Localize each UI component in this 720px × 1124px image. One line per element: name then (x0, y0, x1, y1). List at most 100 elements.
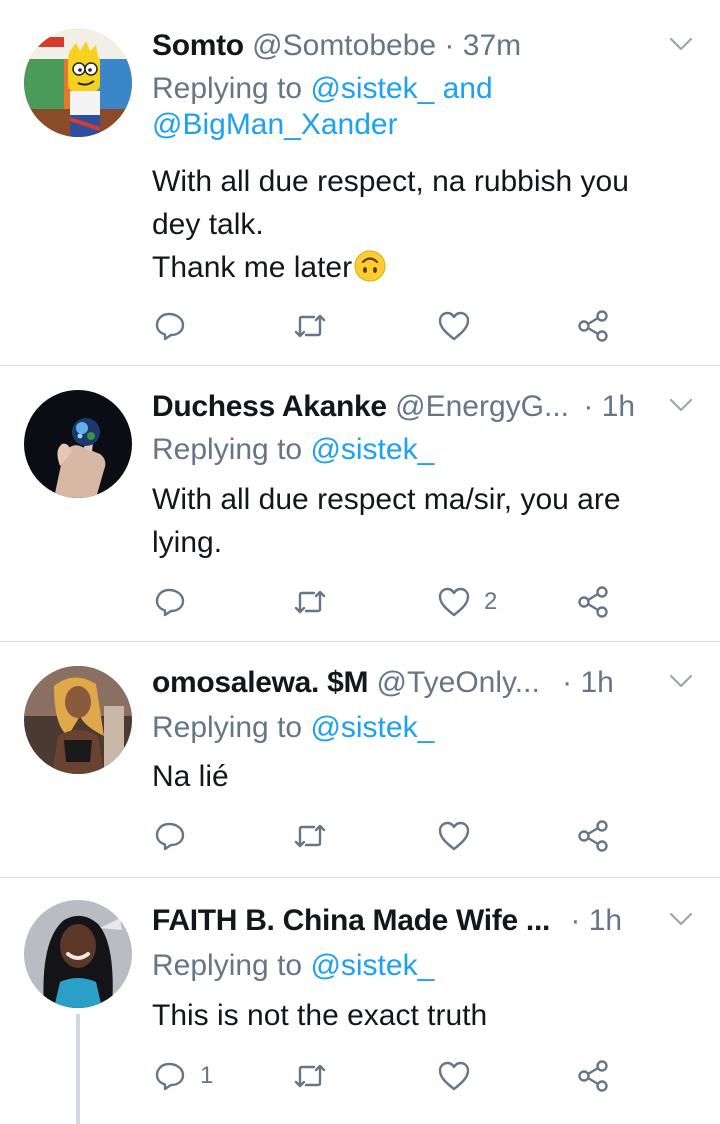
chevron-down-icon[interactable] (668, 392, 694, 418)
like-button[interactable] (436, 1056, 484, 1096)
share-icon (578, 310, 608, 342)
chevron-down-icon[interactable] (668, 906, 694, 932)
share-button[interactable] (576, 582, 612, 622)
avatar-image (24, 900, 132, 1008)
tweet-text-line: Na lié (152, 760, 229, 793)
tweet-header: Somto @Somtobebe · 37m (152, 26, 712, 66)
mention-link[interactable]: @sistek_ (310, 433, 434, 466)
tweet-text-fragment: Thank me later (152, 251, 353, 284)
share-button[interactable] (576, 816, 612, 856)
replying-to-label: Replying to (152, 72, 303, 105)
tweet-text: With all due respect ma/sir, you are lyi… (152, 478, 692, 564)
chevron-down-icon[interactable] (668, 668, 694, 694)
tweet-text-line: With all due respect, na rubbish you (152, 165, 629, 198)
user-handle[interactable]: @EnergyG... (395, 390, 569, 423)
replying-to-label: Replying to (152, 711, 303, 744)
mention-link[interactable]: @sistek_ and (310, 72, 492, 105)
like-icon (438, 821, 470, 851)
retweet-button[interactable] (292, 582, 340, 622)
mention-link[interactable]: @BigMan_Xander (152, 108, 398, 141)
timestamp[interactable]: 1h (602, 390, 635, 423)
reply-icon (155, 588, 185, 617)
reply-button[interactable] (152, 582, 200, 622)
separator-dot: · (562, 666, 573, 699)
avatar[interactable] (24, 666, 132, 774)
tweet-text: Na lié (152, 755, 692, 798)
share-icon (578, 586, 608, 618)
retweet-icon (294, 590, 326, 614)
replying-to-label: Replying to (152, 949, 303, 982)
user-handle[interactable]: @Somtobebe (252, 29, 436, 62)
separator-dot: · (583, 390, 594, 423)
retweet-icon (294, 314, 326, 338)
share-button[interactable] (576, 306, 612, 346)
display-name[interactable]: omosalewa. $M (152, 666, 368, 699)
avatar[interactable] (24, 390, 132, 498)
avatar-image (24, 390, 132, 498)
tweet-text-line: With all due respect ma/sir, you are (152, 483, 621, 516)
timestamp[interactable]: 1h (581, 666, 614, 699)
chevron-down-icon[interactable] (668, 31, 694, 57)
retweet-button[interactable] (292, 816, 340, 856)
tweet-text: With all due respect, na rubbish you dey… (152, 160, 692, 289)
tweet[interactable]: Duchess Akanke @EnergyG... · 1h Replying… (0, 366, 720, 642)
display-name[interactable]: FAITH B. China Made Wife ... (152, 904, 550, 937)
replying-to: Replying to @sistek_ and @BigMan_Xander (152, 71, 692, 143)
tweet-actions (152, 306, 632, 346)
reply-button[interactable]: 1 (152, 1056, 213, 1096)
like-button[interactable] (436, 816, 484, 856)
like-button[interactable]: 2 (436, 582, 497, 622)
display-name[interactable]: Duchess Akanke (152, 390, 387, 423)
replying-to: Replying to @sistek_ (152, 432, 692, 468)
tweet-header: Duchess Akanke @EnergyG... · 1h (152, 387, 712, 427)
thread-connector-line (76, 1014, 80, 1124)
avatar[interactable] (24, 29, 132, 137)
tweet[interactable]: omosalewa. $M @TyeOnly... · 1h Replying … (0, 642, 720, 878)
timestamp[interactable]: 1h (589, 904, 622, 937)
reply-icon (155, 312, 185, 341)
tweet-text-line-last: Thank me later (152, 246, 692, 289)
timestamp[interactable]: 37m (463, 29, 521, 62)
retweet-icon (294, 824, 326, 848)
display-name[interactable]: Somto (152, 29, 244, 62)
reply-icon (155, 1062, 185, 1091)
tweet-actions (152, 816, 632, 856)
share-button[interactable] (576, 1056, 612, 1096)
avatar-image (24, 666, 132, 774)
reply-button[interactable] (152, 816, 200, 856)
like-count: 2 (484, 588, 498, 615)
mention-link[interactable]: @sistek_ (310, 949, 434, 982)
replying-to: Replying to @sistek_ (152, 710, 692, 746)
retweet-button[interactable] (292, 306, 340, 346)
tweet[interactable]: FAITH B. China Made Wife ... · 1h Replyi… (0, 878, 720, 1124)
tweet-text: This is not the exact truth (152, 994, 692, 1037)
tweet[interactable]: Somto @Somtobebe · 37m Replying to @sist… (0, 0, 720, 366)
tweet-actions: 1 (152, 1056, 632, 1096)
upside-down-face-emoji-icon (354, 250, 386, 282)
separator-dot: · (570, 904, 581, 937)
reply-count: 1 (200, 1062, 214, 1089)
retweet-icon (294, 1064, 326, 1088)
replying-to: Replying to @sistek_ (152, 948, 692, 984)
tweet-text-line: lying. (152, 526, 223, 559)
tweet-text-line: This is not the exact truth (152, 999, 488, 1032)
like-icon (438, 311, 470, 341)
avatar-image (24, 29, 132, 137)
tweet-text-line: dey talk. (152, 208, 264, 241)
share-icon (578, 820, 608, 852)
reply-button[interactable] (152, 306, 200, 346)
avatar[interactable] (24, 900, 132, 1008)
like-icon (438, 1061, 470, 1091)
like-button[interactable] (436, 306, 484, 346)
share-icon (578, 1060, 608, 1092)
replying-to-label: Replying to (152, 433, 303, 466)
user-handle[interactable]: @TyeOnly... (377, 666, 540, 699)
mention-link[interactable]: @sistek_ (310, 711, 434, 744)
tweet-header: FAITH B. China Made Wife ... · 1h (152, 901, 712, 941)
reply-icon (155, 822, 185, 851)
tweet-actions: 2 (152, 582, 632, 622)
like-icon (438, 587, 470, 617)
retweet-button[interactable] (292, 1056, 340, 1096)
tweet-header: omosalewa. $M @TyeOnly... · 1h (152, 663, 712, 703)
separator-dot: · (444, 29, 455, 62)
